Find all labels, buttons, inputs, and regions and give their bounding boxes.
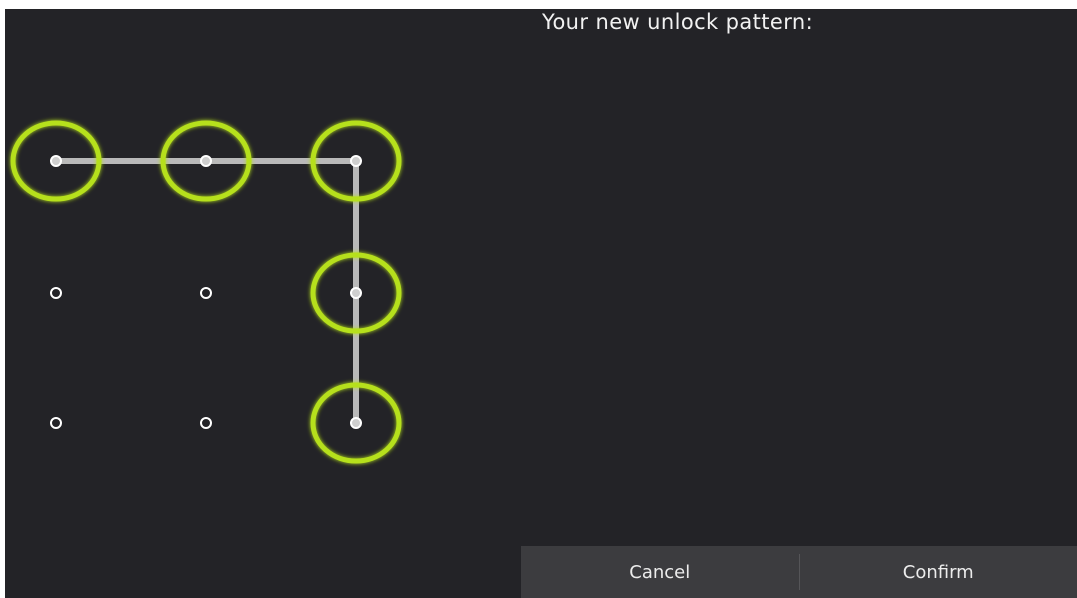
pattern-dot-5[interactable]	[200, 287, 212, 299]
pattern-screen: Your new unlock pattern: Cancel Confirm	[5, 9, 1077, 598]
cancel-button[interactable]: Cancel	[521, 546, 799, 598]
confirm-button[interactable]: Confirm	[800, 546, 1077, 598]
pattern-dot-1[interactable]	[50, 155, 62, 167]
pattern-grid[interactable]	[5, 9, 525, 598]
action-bar: Cancel Confirm	[521, 546, 1077, 598]
pattern-dot-9[interactable]	[350, 417, 362, 429]
pattern-dot-7[interactable]	[50, 417, 62, 429]
page-title: Your new unlock pattern:	[542, 10, 814, 34]
pattern-dot-8[interactable]	[200, 417, 212, 429]
pattern-dot-4[interactable]	[50, 287, 62, 299]
pattern-dot-6[interactable]	[350, 287, 362, 299]
pattern-dot-3[interactable]	[350, 155, 362, 167]
pattern-dot-2[interactable]	[200, 155, 212, 167]
